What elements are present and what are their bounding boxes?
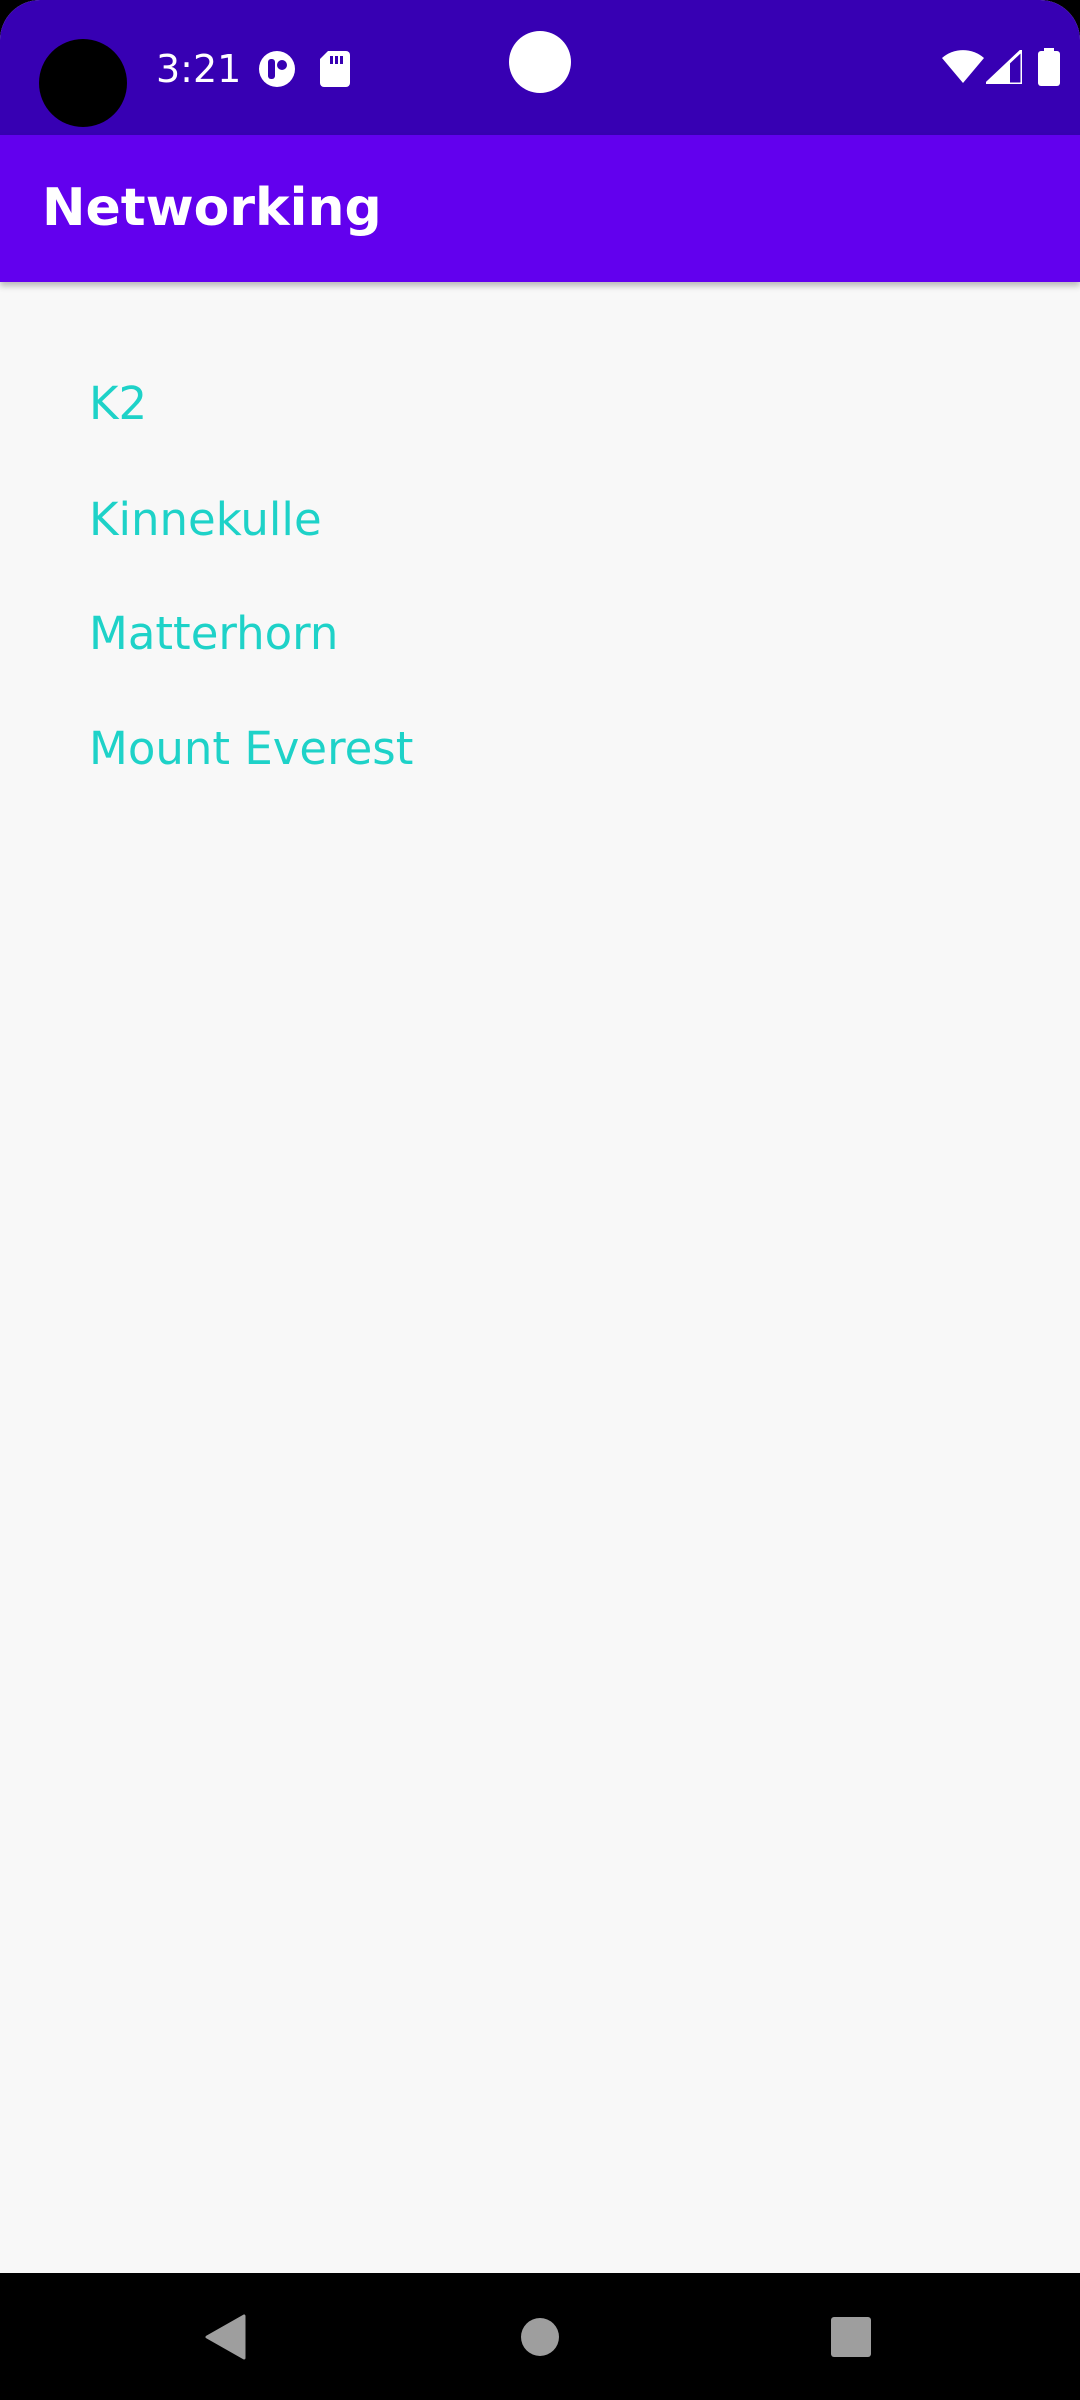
app-title: Networking [42,178,382,238]
app-screen: 3:21 Networking K2 Kinnekulle Matterhorn… [0,0,1080,2400]
wifi-icon [942,50,984,84]
list-item[interactable]: Mount Everest [89,699,989,799]
camera-cutout [39,39,127,127]
back-icon [205,2314,246,2359]
front-sensor [509,31,571,93]
list-item[interactable]: Matterhorn [89,584,989,684]
recents-button[interactable] [771,2273,931,2400]
navigation-bar [0,2273,1080,2400]
status-bar: 3:21 [0,0,1080,135]
recents-icon [831,2316,871,2357]
app-indicator-icon [258,50,296,88]
back-button[interactable] [145,2273,305,2400]
home-icon [521,2317,559,2356]
cell-signal-icon [986,50,1022,84]
list-item[interactable]: K2 [89,354,989,454]
battery-icon [1038,48,1060,86]
home-button[interactable] [460,2273,620,2400]
sd-card-icon [320,51,350,87]
list-item[interactable]: Kinnekulle [89,470,989,570]
app-bar: Networking [0,135,1080,282]
status-time: 3:21 [156,47,242,91]
